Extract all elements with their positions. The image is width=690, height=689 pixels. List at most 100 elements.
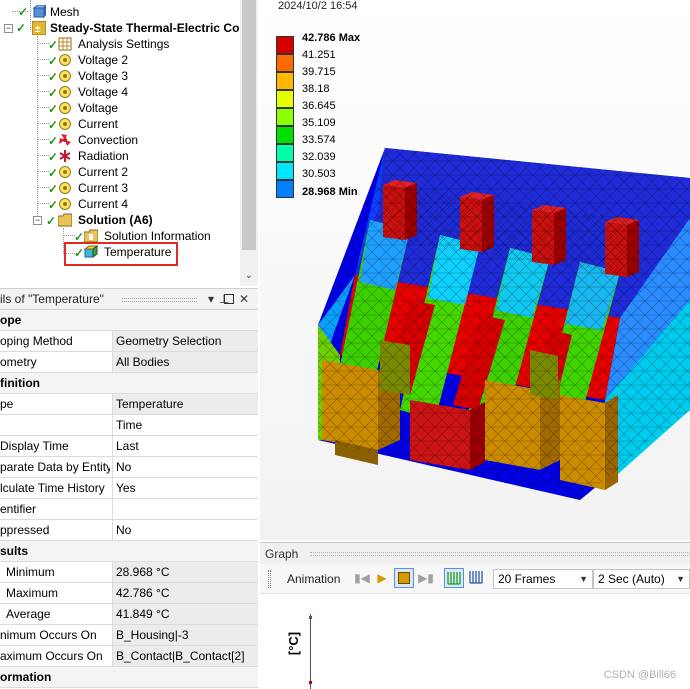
- collapse-icon[interactable]: −: [33, 216, 42, 225]
- result-sets-icon[interactable]: [466, 568, 486, 588]
- tree-item-label: Voltage 3: [78, 69, 129, 83]
- details-row[interactable]: Minimum 28.968 °C: [0, 562, 258, 583]
- legend-value: 30.503: [302, 168, 336, 180]
- row-value[interactable]: Yes: [112, 478, 258, 498]
- tree-item-current-3[interactable]: ✓ Current 3: [0, 180, 240, 196]
- section-label: ormation: [0, 670, 52, 684]
- legend-swatch: [276, 72, 294, 90]
- details-row[interactable]: oping Method Geometry Selection: [0, 331, 258, 352]
- row-value[interactable]: 42.786 °C: [112, 583, 258, 603]
- current-icon: [58, 197, 72, 211]
- tree-item-current-2[interactable]: ✓ Current 2: [0, 164, 240, 180]
- row-value[interactable]: Last: [112, 436, 258, 456]
- details-row[interactable]: ometry All Bodies: [0, 352, 258, 373]
- tree-item-voltage[interactable]: ✓ Voltage: [0, 100, 240, 116]
- details-row[interactable]: lculate Time History Yes: [0, 478, 258, 499]
- details-row[interactable]: entifier: [0, 499, 258, 520]
- tree-item-analysis-settings[interactable]: ✓ Analysis Settings: [0, 36, 240, 52]
- close-icon[interactable]: ✕: [238, 292, 250, 306]
- tree-item-label: Analysis Settings: [78, 37, 170, 51]
- row-label: Display Time: [0, 439, 69, 453]
- details-table: ope oping Method Geometry Selection ometr…: [0, 310, 258, 689]
- tree-item-radiation[interactable]: ✓ Radiation: [0, 148, 240, 164]
- play-icon[interactable]: ▶: [372, 568, 392, 588]
- details-row[interactable]: pe Temperature: [0, 394, 258, 415]
- row-value[interactable]: Time: [112, 415, 258, 435]
- tree-item-current-4[interactable]: ✓ Current 4: [0, 196, 240, 212]
- axis-marker: [309, 681, 312, 684]
- details-row[interactable]: Average 41.849 °C: [0, 604, 258, 625]
- row-value[interactable]: B_Housing|-3: [112, 625, 258, 645]
- row-value[interactable]: No: [112, 457, 258, 477]
- section-label: ope: [0, 313, 22, 327]
- tree-item-voltage-3[interactable]: ✓ Voltage 3: [0, 68, 240, 84]
- row-value[interactable]: Temperature: [112, 394, 258, 414]
- graph-plot-area[interactable]: [°C] CSDN @Bill66: [260, 594, 690, 689]
- settings-icon: [58, 37, 72, 51]
- frames-select[interactable]: 20 Frames ▼: [493, 569, 593, 589]
- current-icon: [58, 181, 72, 195]
- legend-swatch: [276, 90, 294, 108]
- details-row[interactable]: nimum Occurs On B_Housing|-3: [0, 625, 258, 646]
- result-timestamp: 2024/10/2 16:54: [278, 0, 358, 12]
- stop-icon[interactable]: [394, 568, 414, 588]
- row-value[interactable]: 41.849 °C: [112, 604, 258, 624]
- distributed-frames-icon[interactable]: [444, 568, 464, 588]
- tree-item-analysis[interactable]: − ✓ ± Steady-State Thermal-Electric Co: [0, 20, 240, 36]
- pin-icon[interactable]: ▾: [205, 292, 217, 306]
- tree-scrollbar[interactable]: ⌄: [240, 0, 258, 286]
- panel-grip[interactable]: [122, 298, 197, 302]
- row-label: ppressed: [0, 523, 50, 537]
- tree-item-current[interactable]: ✓ Current: [0, 116, 240, 132]
- row-value[interactable]: [112, 499, 258, 519]
- chevron-down-icon: ▼: [579, 574, 588, 584]
- watermark: CSDN @Bill66: [603, 669, 676, 681]
- scroll-down-icon[interactable]: ⌄: [243, 270, 255, 282]
- collapse-icon[interactable]: −: [4, 24, 13, 33]
- legend-swatch: [276, 180, 294, 198]
- next-frame-icon[interactable]: ▶▮: [416, 568, 436, 588]
- tree-item-mesh[interactable]: ✓ Mesh: [0, 3, 240, 20]
- row-value[interactable]: B_Contact|B_Contact[2]: [112, 646, 258, 666]
- duration-select-value: 2 Sec (Auto): [598, 572, 665, 586]
- duration-select[interactable]: 2 Sec (Auto) ▼: [593, 569, 690, 589]
- row-value[interactable]: No: [112, 520, 258, 540]
- row-value[interactable]: All Bodies: [112, 352, 258, 372]
- legend-swatch: [276, 108, 294, 126]
- tree-item-solution[interactable]: − ✓ Solution (A6): [0, 212, 240, 228]
- graphics-viewport[interactable]: 2024/10/2 16:54 42.786 Max 41.251 39.715…: [260, 0, 690, 540]
- row-value[interactable]: 28.968 °C: [112, 562, 258, 582]
- row-label: ometry: [0, 355, 37, 369]
- tree-item-voltage-4[interactable]: ✓ Voltage 4: [0, 84, 240, 100]
- toolbar-grip[interactable]: [268, 570, 271, 588]
- section-row[interactable]: finition: [0, 373, 258, 394]
- panel-grip[interactable]: [310, 552, 690, 556]
- previous-frame-icon[interactable]: ▮◀: [352, 568, 372, 588]
- details-row[interactable]: aximum Occurs On B_Contact|B_Contact[2]: [0, 646, 258, 667]
- row-label: lculate Time History: [0, 481, 105, 495]
- animation-toolbar: Animation ▮◀ ▶ ▶▮ 20 Frames ▼ 2 Sec (Aut…: [260, 564, 690, 594]
- tree-item-convection[interactable]: ✓ Convection: [0, 132, 240, 148]
- legend-value: 28.968 Min: [302, 186, 358, 198]
- details-row[interactable]: parate Data by Entity No: [0, 457, 258, 478]
- tree-item-label: Current 4: [78, 197, 129, 211]
- details-row[interactable]: ppressed No: [0, 520, 258, 541]
- scrollbar-thumb[interactable]: [242, 0, 256, 250]
- solution-info-icon: [83, 229, 99, 243]
- legend-value: 42.786 Max: [302, 32, 361, 44]
- tree-item-label: Convection: [78, 133, 139, 147]
- row-label: parate Data by Entity: [0, 460, 110, 474]
- section-row[interactable]: sults: [0, 541, 258, 562]
- section-row[interactable]: ormation: [0, 667, 258, 688]
- section-row[interactable]: ope: [0, 310, 258, 331]
- tree-item-label: Voltage 2: [78, 53, 129, 67]
- temperature-contour-model[interactable]: [260, 0, 690, 540]
- tree-item-label: Current: [78, 117, 119, 131]
- details-row[interactable]: Time: [0, 415, 258, 436]
- details-row[interactable]: Display Time Last: [0, 436, 258, 457]
- tree-item-label: Voltage 4: [78, 85, 129, 99]
- row-value[interactable]: Geometry Selection: [112, 331, 258, 351]
- tree-item-voltage-2[interactable]: ✓ Voltage 2: [0, 52, 240, 68]
- radiation-icon: [58, 149, 72, 163]
- details-row[interactable]: Maximum 42.786 °C: [0, 583, 258, 604]
